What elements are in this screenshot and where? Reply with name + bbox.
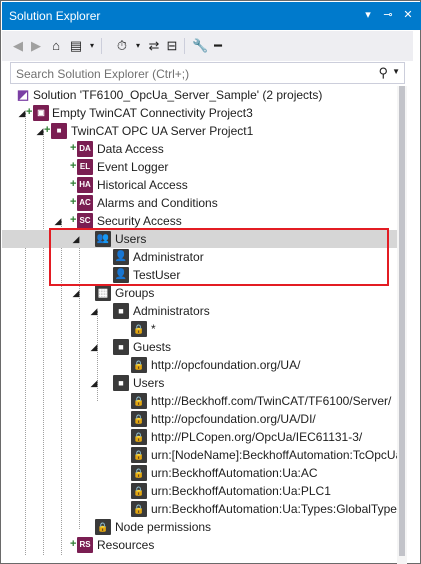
tree-item-security-access[interactable]: ◢ + SC Security Access: [2, 212, 397, 230]
tree-item-namespace-permission[interactable]: 🔒 urn:BeckhoffAutomation:Ua:PLC1: [2, 482, 397, 500]
vertical-scrollbar[interactable]: [397, 86, 407, 564]
tree-item-node-permissions[interactable]: 🔒 Node permissions: [2, 518, 397, 536]
tree-item-namespace-permission[interactable]: 🔒 urn:BeckhoffAutomation:Ua:Types:Global…: [2, 500, 397, 518]
resources-icon: RS: [77, 537, 93, 553]
back-icon[interactable]: ◀: [10, 37, 26, 55]
search-icon[interactable]: ⚲: [378, 65, 388, 81]
group-icon: ■: [113, 339, 129, 355]
window-title: Solution Explorer: [9, 9, 101, 23]
filter-dropdown-icon[interactable]: ▾: [130, 37, 146, 55]
tree-item-namespace-permission[interactable]: 🔒 *: [2, 320, 397, 338]
lock-icon: 🔒: [131, 483, 147, 499]
lock-icon: 🔒: [131, 501, 147, 517]
tree-item-namespace-permission[interactable]: 🔒 urn:BeckhoffAutomation:Ua:AC: [2, 464, 397, 482]
tree-item-data-access[interactable]: + DA Data Access: [2, 140, 397, 158]
toolbar-separator: [101, 38, 102, 54]
users-icon: 👥: [95, 231, 111, 247]
toolbar: ◀ ▶ ⌂ ▤ ▾ ⏱ ▾ ⇄ ⊟ 🔧 ━: [2, 31, 413, 61]
tree-item-connectivity-project[interactable]: ◢ + ▣ Empty TwinCAT Connectivity Project…: [2, 104, 397, 122]
event-logger-icon: EL: [77, 159, 93, 175]
tree-item-namespace-permission[interactable]: 🔒 http://Beckhoff.com/TwinCAT/TF6100/Ser…: [2, 392, 397, 410]
lock-icon: 🔒: [131, 393, 147, 409]
sync-icon[interactable]: ⇄: [146, 37, 162, 55]
solution-icon: ◩: [16, 87, 30, 102]
connectivity-project-icon: ▣: [33, 105, 49, 121]
toolbar-separator: [184, 38, 185, 54]
tree-item-namespace-permission[interactable]: 🔒 urn:[NodeName]:BeckhoffAutomation:TcOp…: [2, 446, 397, 464]
tree-item-group-guests[interactable]: ◢ ■ Guests: [2, 338, 397, 356]
tree-item-historical-access[interactable]: + HA Historical Access: [2, 176, 397, 194]
checked-in-plus-icon: +: [70, 178, 77, 190]
alarms-conditions-icon: AC: [77, 195, 93, 211]
tree-item-administrator[interactable]: 👤 Administrator: [2, 248, 397, 266]
user-icon: 👤: [113, 249, 129, 265]
title-bar: Solution Explorer ▾ ⊸ ✕: [2, 2, 421, 30]
checked-in-plus-icon: +: [44, 124, 51, 136]
lock-icon: 🔒: [131, 447, 147, 463]
tree-item-opcua-server-project[interactable]: ◢ + ■ TwinCAT OPC UA Server Project1: [2, 122, 397, 140]
opcua-project-icon: ■: [51, 123, 67, 139]
historical-access-icon: HA: [77, 177, 93, 193]
group-icon: ■: [113, 303, 129, 319]
security-access-icon: SC: [77, 213, 93, 229]
tree-item-groups[interactable]: ◢ ▦ Groups: [2, 284, 397, 302]
forward-icon[interactable]: ▶: [28, 37, 44, 55]
lock-icon: 🔒: [131, 465, 147, 481]
tree-item-group-administrators[interactable]: ◢ ■ Administrators: [2, 302, 397, 320]
pin-icon[interactable]: ⊸: [380, 7, 396, 23]
tree-item-alarms-and-conditions[interactable]: + AC Alarms and Conditions: [2, 194, 397, 212]
lock-icon: 🔒: [95, 519, 111, 535]
expand-arrow-icon[interactable]: ◢: [71, 232, 81, 246]
collapse-all-icon[interactable]: ⊟: [164, 37, 180, 55]
checked-in-plus-icon: +: [70, 142, 77, 154]
tree-item-namespace-permission[interactable]: 🔒 http://opcfoundation.org/UA/: [2, 356, 397, 374]
groups-icon: ▦: [95, 285, 111, 301]
solution-tree: ◩ Solution 'TF6100_OpcUa_Server_Sample' …: [2, 86, 397, 564]
expand-arrow-icon[interactable]: ◢: [89, 304, 99, 318]
dropdown-icon[interactable]: ▾: [360, 7, 376, 23]
user-icon: 👤: [113, 267, 129, 283]
scrollbar-thumb[interactable]: [399, 86, 405, 556]
solution-explorer-window: Solution Explorer ▾ ⊸ ✕ ◀ ▶ ⌂ ▤ ▾ ⏱ ▾ ⇄ …: [0, 0, 421, 564]
checked-in-plus-icon: +: [70, 196, 77, 208]
checked-in-plus-icon: +: [70, 160, 77, 172]
preview-icon[interactable]: ━: [210, 37, 226, 55]
close-icon[interactable]: ✕: [400, 7, 416, 23]
checked-in-plus-icon: +: [70, 214, 77, 226]
expand-arrow-icon[interactable]: ◢: [53, 214, 63, 228]
pending-changes-filter-icon[interactable]: ⏱: [114, 37, 130, 55]
tree-item-namespace-permission[interactable]: 🔒 http://PLCopen.org/OpcUa/IEC61131-3/: [2, 428, 397, 446]
lock-icon: 🔒: [131, 411, 147, 427]
checked-in-plus-icon: +: [70, 538, 77, 550]
tree-item-group-users[interactable]: ◢ ■ Users: [2, 374, 397, 392]
expand-arrow-icon[interactable]: ◢: [71, 286, 81, 300]
expand-arrow-icon[interactable]: ◢: [89, 376, 99, 390]
search-input[interactable]: [16, 66, 371, 81]
search-options-dropdown-icon[interactable]: ▼: [392, 67, 400, 76]
tree-item-solution[interactable]: ◩ Solution 'TF6100_OpcUa_Server_Sample' …: [2, 86, 397, 104]
lock-icon: 🔒: [131, 429, 147, 445]
switch-views-dropdown-icon[interactable]: ▾: [84, 37, 100, 55]
search-box[interactable]: ⚲ ▼: [10, 62, 405, 84]
switch-views-icon[interactable]: ▤: [68, 37, 84, 55]
data-access-icon: DA: [77, 141, 93, 157]
tree-item-event-logger[interactable]: + EL Event Logger: [2, 158, 397, 176]
group-icon: ■: [113, 375, 129, 391]
tree-item-users[interactable]: ◢ 👥 Users: [2, 230, 397, 248]
home-icon[interactable]: ⌂: [48, 37, 64, 55]
tree-item-namespace-permission[interactable]: 🔒 http://opcfoundation.org/UA/DI/: [2, 410, 397, 428]
properties-wrench-icon[interactable]: 🔧: [192, 37, 208, 55]
expand-arrow-icon[interactable]: ◢: [89, 340, 99, 354]
lock-icon: 🔒: [131, 321, 147, 337]
tree-item-testuser[interactable]: 👤 TestUser: [2, 266, 397, 284]
tree-item-resources[interactable]: + RS Resources: [2, 536, 397, 554]
checked-in-plus-icon: +: [26, 106, 33, 118]
lock-icon: 🔒: [131, 357, 147, 373]
